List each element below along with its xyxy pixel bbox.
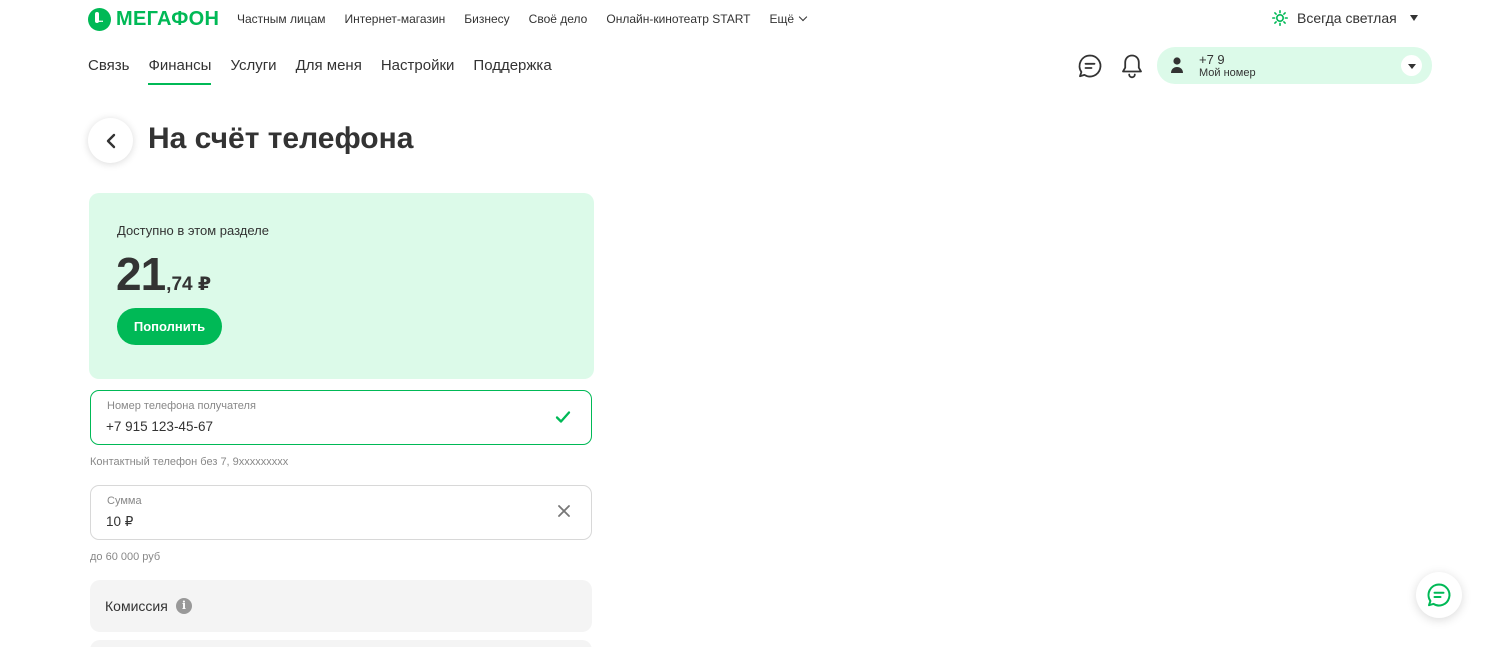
- chevron-left-icon: [106, 133, 115, 148]
- theme-switcher[interactable]: Всегда светлая: [1272, 10, 1418, 26]
- back-button[interactable]: [88, 118, 133, 163]
- balance-card: Доступно в этом разделе 21 ,74 ₽ Пополни…: [89, 193, 594, 379]
- megafon-logo[interactable]: МегаФон: [88, 7, 219, 31]
- sum-field[interactable]: Сумма 10 ₽: [90, 485, 592, 540]
- profile-selector[interactable]: +7 9 Мой номер: [1157, 47, 1432, 84]
- top-nav: Частным лицам Интернет-магазин Бизнесу С…: [237, 12, 825, 26]
- profile-subtitle: Мой номер: [1199, 67, 1256, 79]
- bell-icon: [1122, 54, 1142, 79]
- logo-icon: [88, 7, 111, 31]
- top-bar: МегаФон Частным лицам Интернет-магазин Б…: [0, 0, 1500, 38]
- topnav-item-business[interactable]: Бизнесу: [464, 12, 509, 26]
- check-icon: [555, 411, 571, 423]
- mainnav-item-for-me[interactable]: Для меня: [296, 57, 362, 85]
- mainnav-item-svyaz[interactable]: Связь: [88, 57, 129, 85]
- topnav-item-private[interactable]: Частным лицам: [237, 12, 326, 26]
- sum-field-label: Сумма: [107, 495, 142, 507]
- balance-integer: 21: [116, 248, 166, 300]
- chat-button[interactable]: [1076, 52, 1104, 80]
- balance-amount: 21 ,74 ₽: [116, 247, 211, 301]
- topnav-more-dropdown[interactable]: Ещё: [770, 12, 807, 26]
- phone-field-label: Номер телефона получателя: [107, 400, 256, 412]
- chat-icon: [1078, 54, 1102, 78]
- theme-label: Всегда светлая: [1297, 10, 1397, 26]
- mainnav-item-settings[interactable]: Настройки: [381, 57, 455, 85]
- page-title: На счёт телефона: [148, 122, 414, 155]
- commission-label: Комиссия: [105, 598, 168, 614]
- topnav-item-start[interactable]: Онлайн-кинотеатр START: [606, 12, 750, 26]
- balance-label: Доступно в этом разделе: [117, 223, 269, 238]
- logo-text: МегаФон: [116, 7, 220, 30]
- topnav-item-own-business[interactable]: Своё дело: [529, 12, 588, 26]
- mainnav-item-services[interactable]: Услуги: [230, 57, 276, 85]
- sum-field-hint: до 60 000 руб: [90, 551, 161, 563]
- user-icon: [1171, 57, 1183, 73]
- main-nav: Связь Финансы Услуги Для меня Настройки …: [88, 57, 571, 85]
- balance-fraction: ,74 ₽: [166, 274, 212, 295]
- phone-field-hint: Контактный телефон без 7, 9xxxxxxxxx: [90, 456, 289, 468]
- sun-icon: [1272, 10, 1288, 26]
- chevron-down-icon[interactable]: [1401, 55, 1422, 76]
- profile-number: +7 9: [1199, 52, 1225, 67]
- chat-bubble-icon: [1427, 583, 1451, 607]
- mainnav-item-finance[interactable]: Финансы: [148, 57, 212, 85]
- info-icon[interactable]: i: [176, 598, 192, 614]
- sum-field-value[interactable]: 10 ₽: [106, 514, 133, 530]
- mainnav-item-support[interactable]: Поддержка: [473, 57, 551, 85]
- topup-button[interactable]: Пополнить: [117, 308, 222, 345]
- commission-row: Комиссия i: [90, 580, 592, 632]
- phone-field-value[interactable]: +7 915 123-45-67: [106, 419, 213, 434]
- phone-field[interactable]: Номер телефона получателя +7 915 123-45-…: [90, 390, 592, 445]
- next-section-block: [90, 640, 592, 647]
- topnav-item-shop[interactable]: Интернет-магазин: [345, 12, 446, 26]
- close-icon[interactable]: [557, 504, 571, 518]
- notifications-button[interactable]: [1118, 52, 1146, 80]
- support-chat-button[interactable]: [1416, 572, 1462, 618]
- caret-down-icon: [1409, 15, 1418, 21]
